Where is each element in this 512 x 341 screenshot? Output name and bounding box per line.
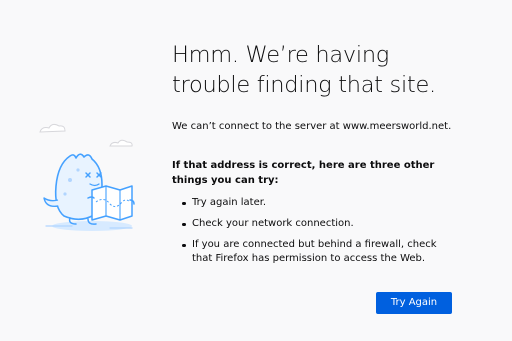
page-title: Hmm. We’re having trouble finding that s… — [172, 42, 436, 98]
bullet-icon — [182, 201, 186, 205]
suggestion-item: If you are connected but behind a firewa… — [172, 238, 454, 266]
suggestion-text: Check your network connection. — [192, 218, 354, 229]
error-page: Hmm. We’re having trouble finding that s… — [0, 0, 512, 341]
suggestions-list: Try again later. Check your network conn… — [172, 196, 454, 266]
try-again-button[interactable]: Try Again — [376, 292, 452, 314]
error-description: We can’t connect to the server at www.me… — [172, 121, 452, 132]
error-content: Hmm. We’re having trouble finding that s… — [172, 40, 472, 273]
bullet-icon — [182, 222, 186, 226]
suggestion-text: If you are connected but behind a firewa… — [192, 239, 437, 264]
suggestions-heading: If that address is correct, here are thr… — [172, 160, 435, 186]
bullet-icon — [182, 243, 186, 247]
suggestion-item: Try again later. — [172, 196, 454, 210]
confused-dino-illustration — [39, 123, 135, 231]
suggestion-item: Check your network connection. — [172, 217, 454, 231]
suggestion-text: Try again later. — [192, 197, 267, 208]
